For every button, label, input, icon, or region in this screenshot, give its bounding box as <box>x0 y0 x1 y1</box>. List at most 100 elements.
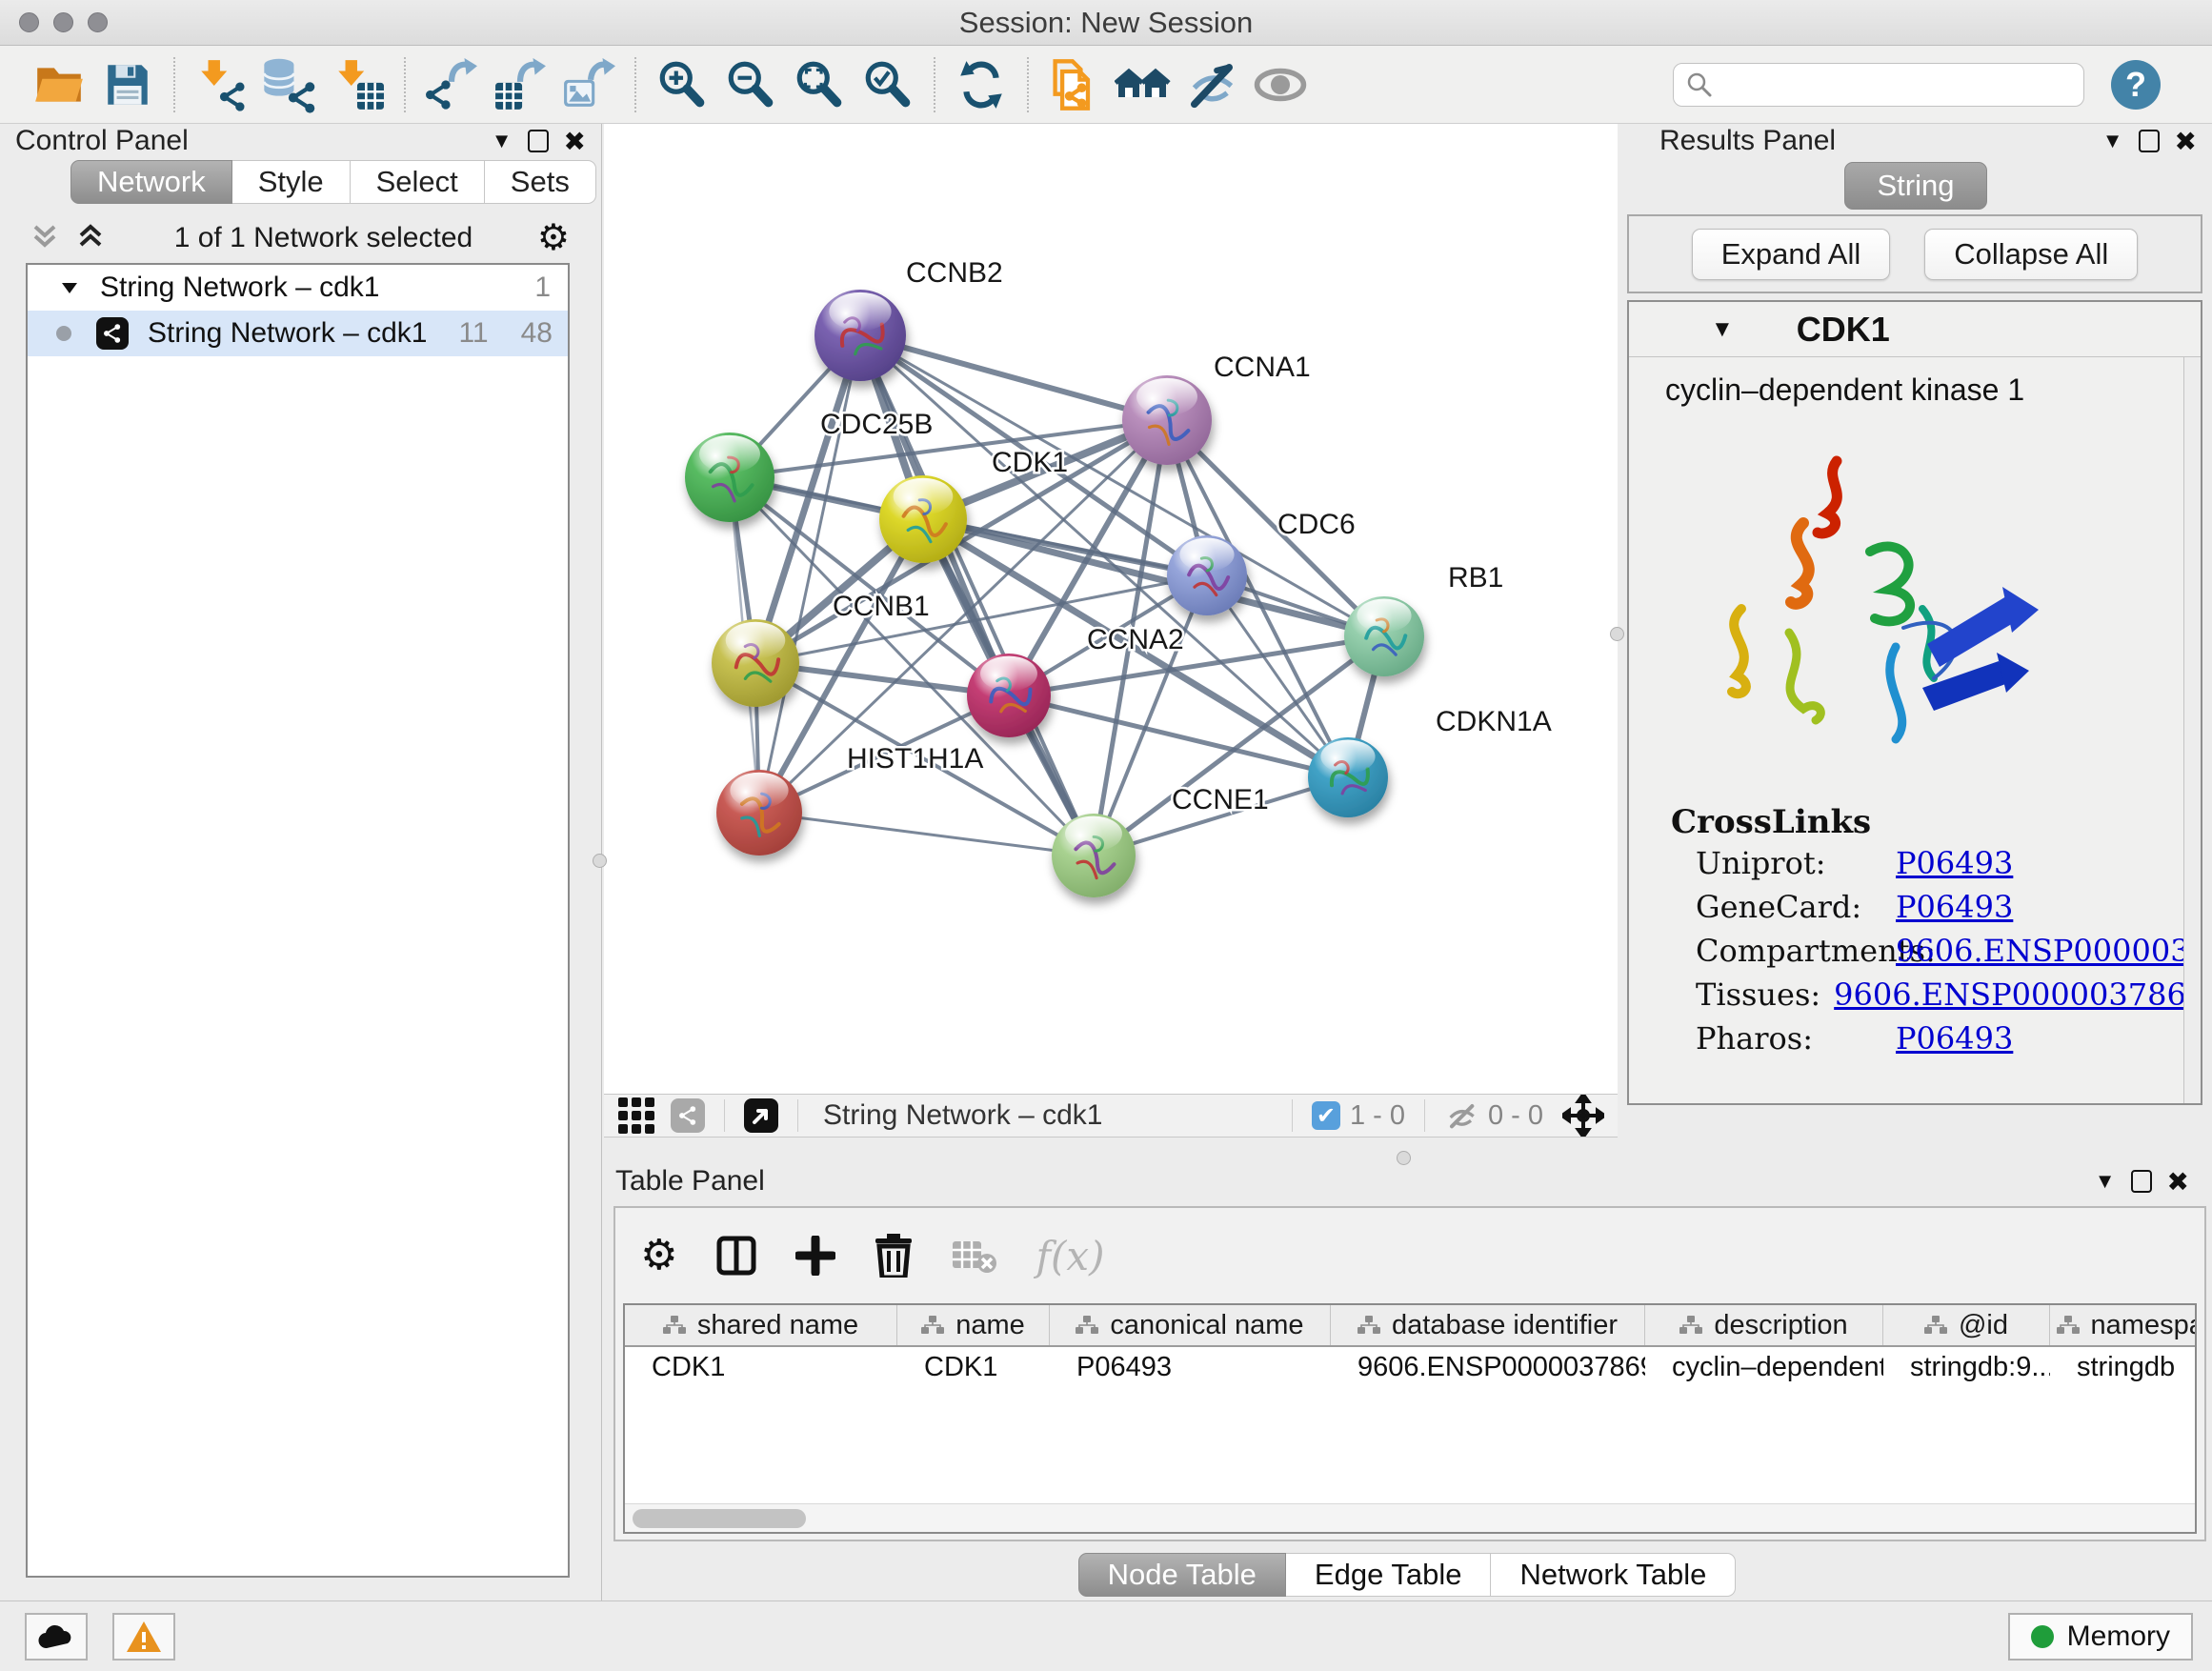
panel-menu-icon[interactable]: ▼ <box>492 129 513 153</box>
left-splitter-grip[interactable] <box>593 854 607 868</box>
column-header[interactable]: description <box>1645 1305 1883 1345</box>
zoom-fit-icon[interactable] <box>785 50 854 119</box>
table-cell[interactable]: CDK1 <box>897 1352 1050 1383</box>
string-view-icon[interactable] <box>671 1098 705 1133</box>
show-columns-icon[interactable] <box>715 1235 757 1277</box>
close-window-icon[interactable] <box>19 12 39 32</box>
zoom-in-icon[interactable] <box>648 50 716 119</box>
search-input[interactable] <box>1673 63 2084 107</box>
help-icon[interactable]: ? <box>2111 60 2161 110</box>
delete-column-icon[interactable] <box>874 1234 914 1278</box>
control-panel: Control Panel ▼ ✖ Network Style Select S… <box>0 124 602 1601</box>
birds-eye-view-icon[interactable] <box>744 1098 778 1133</box>
collapse-all-icon[interactable] <box>26 219 64 257</box>
table-panel-title: Table Panel <box>615 1165 765 1198</box>
results-scrollbar[interactable] <box>2183 357 2201 1103</box>
column-header[interactable]: namespace <box>2050 1305 2197 1345</box>
tab-network[interactable]: Network <box>70 160 232 204</box>
svg-text:CDK1: CDK1 <box>992 447 1068 478</box>
export-network-icon[interactable] <box>417 50 486 119</box>
home-networks-icon[interactable] <box>1109 50 1177 119</box>
float-panel-icon[interactable] <box>2139 130 2160 152</box>
column-header[interactable]: shared name <box>625 1305 897 1345</box>
add-column-icon[interactable] <box>795 1236 835 1276</box>
tab-edge-table[interactable]: Edge Table <box>1286 1553 1492 1597</box>
window-controls[interactable] <box>19 12 108 32</box>
table-cell[interactable]: P06493 <box>1050 1352 1331 1383</box>
export-table-icon[interactable] <box>486 50 554 119</box>
tab-node-table[interactable]: Node Table <box>1078 1553 1286 1597</box>
control-panel-tabs: Network Style Select Sets <box>70 160 596 204</box>
table-cell[interactable]: 9606.ENSP00000378699 <box>1331 1352 1645 1383</box>
tab-sets[interactable]: Sets <box>485 160 596 204</box>
minimize-window-icon[interactable] <box>53 12 73 32</box>
grid-view-icon[interactable] <box>617 1097 655 1135</box>
import-table-file-icon[interactable] <box>324 50 392 119</box>
maximize-window-icon[interactable] <box>88 12 108 32</box>
import-network-database-icon[interactable] <box>255 50 324 119</box>
import-network-file-icon[interactable] <box>187 50 255 119</box>
column-header[interactable]: @id <box>1883 1305 2050 1345</box>
collapse-gene-icon[interactable]: ▼ <box>1711 316 1734 343</box>
table-cell[interactable]: stringdb:9... <box>1883 1352 2050 1383</box>
selected-count-checkbox[interactable]: ✔ <box>1312 1101 1340 1130</box>
table-row[interactable]: CDK1CDK1P064939606.ENSP00000378699cyclin… <box>625 1347 2195 1387</box>
table-cell[interactable]: stringdb <box>2050 1352 2197 1383</box>
table-cell[interactable]: cyclin–dependent ... <box>1645 1352 1883 1383</box>
delete-table-icon[interactable] <box>952 1237 997 1275</box>
open-session-icon[interactable] <box>25 50 93 119</box>
network-options-gear-icon[interactable]: ⚙ <box>537 220 570 256</box>
collapse-all-button[interactable]: Collapse All <box>1924 229 2138 280</box>
table-settings-gear-icon[interactable]: ⚙ <box>640 1235 677 1277</box>
warnings-button[interactable] <box>112 1613 175 1661</box>
crosslink-link[interactable]: 9606.ENSP00000378699 <box>1896 933 2183 969</box>
crosslink-link[interactable]: 9606.ENSP00000378699 <box>1834 976 2183 1013</box>
memory-label: Memory <box>2067 1621 2170 1653</box>
tab-network-table[interactable]: Network Table <box>1491 1553 1736 1597</box>
float-panel-icon[interactable] <box>2131 1170 2152 1193</box>
save-session-icon[interactable] <box>93 50 162 119</box>
zoom-selected-icon[interactable] <box>854 50 922 119</box>
scrollbar-thumb[interactable] <box>633 1509 806 1528</box>
network-view-canvas[interactable]: CCNB2CCNA1CDC25BCDK1CDC6RB1CCNB1CCNA2CDK… <box>604 124 1618 1094</box>
gene-section-header[interactable]: ▼ CDK1 <box>1629 302 2201 357</box>
expand-all-icon[interactable] <box>71 219 110 257</box>
show-all-icon[interactable] <box>1246 50 1315 119</box>
export-image-icon[interactable] <box>554 50 623 119</box>
string-import-icon[interactable] <box>1040 50 1109 119</box>
tab-select[interactable]: Select <box>351 160 485 204</box>
network-row-selected[interactable]: String Network – cdk1 11 48 <box>28 311 568 356</box>
column-header[interactable]: canonical name <box>1050 1305 1331 1345</box>
close-panel-icon[interactable]: ✖ <box>564 126 586 157</box>
pan-crosshair-icon[interactable] <box>1562 1095 1604 1137</box>
column-header[interactable]: database identifier <box>1331 1305 1645 1345</box>
network-collection-row[interactable]: String Network – cdk1 1 <box>28 265 568 311</box>
crosslink-link[interactable]: P06493 <box>1896 845 2013 881</box>
cloud-button[interactable] <box>25 1613 88 1661</box>
apply-function-icon[interactable]: f(x) <box>1036 1233 1104 1279</box>
panel-menu-icon[interactable]: ▼ <box>2095 1169 2116 1194</box>
tab-string-results[interactable]: String <box>1844 162 1988 210</box>
table-cell[interactable]: CDK1 <box>625 1352 897 1383</box>
close-panel-icon[interactable]: ✖ <box>2167 1166 2189 1198</box>
control-panel-title: Control Panel <box>15 125 189 157</box>
right-splitter-grip[interactable] <box>1610 627 1624 641</box>
search-field[interactable] <box>1723 70 2072 100</box>
close-panel-icon[interactable]: ✖ <box>2175 126 2197 157</box>
memory-button[interactable]: Memory <box>2008 1613 2193 1661</box>
panel-menu-icon[interactable]: ▼ <box>2102 129 2123 153</box>
selected-nodes-edges-count: 1 - 0 <box>1350 1100 1405 1132</box>
table-horizontal-scrollbar[interactable] <box>625 1503 2195 1532</box>
zoom-out-icon[interactable] <box>716 50 785 119</box>
float-panel-icon[interactable] <box>528 130 549 152</box>
hide-selected-icon[interactable] <box>1177 50 1246 119</box>
collapse-group-icon[interactable] <box>60 278 79 297</box>
horizontal-splitter-grip[interactable] <box>1397 1151 1411 1165</box>
crosslink-link[interactable]: P06493 <box>1896 889 2013 925</box>
svg-text:CDC6: CDC6 <box>1277 509 1356 540</box>
expand-all-button[interactable]: Expand All <box>1692 229 1891 280</box>
tab-style[interactable]: Style <box>232 160 351 204</box>
refresh-icon[interactable] <box>947 50 1016 119</box>
crosslink-link[interactable]: P06493 <box>1896 1020 2013 1057</box>
column-header[interactable]: name <box>897 1305 1050 1345</box>
